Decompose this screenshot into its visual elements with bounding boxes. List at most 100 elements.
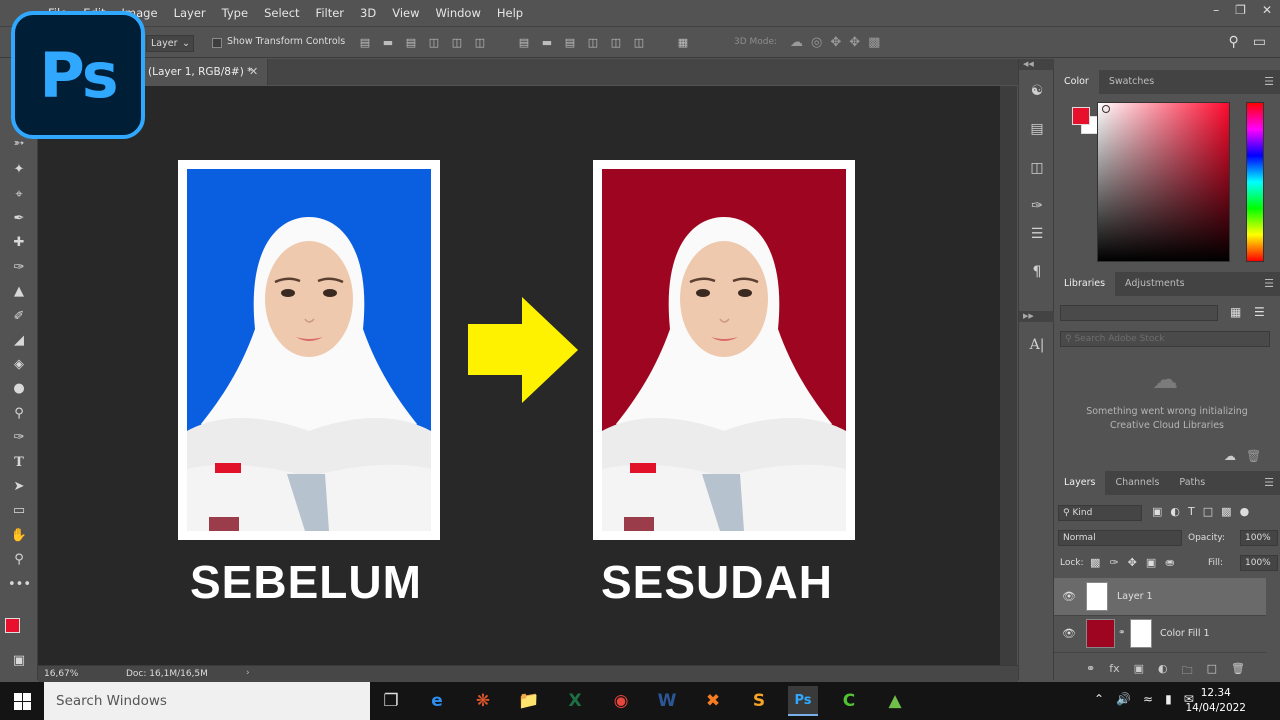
new-layer-icon[interactable]: □ [1207, 662, 1217, 681]
tab-adjustments[interactable]: Adjustments [1115, 272, 1195, 296]
new-adjustment-icon[interactable]: ◐ [1158, 662, 1168, 681]
foreground-color-swatch[interactable] [5, 618, 20, 633]
distribute-bottom-icon[interactable]: ▤ [563, 36, 577, 50]
edge-icon[interactable]: e [422, 686, 452, 716]
workspace-icon[interactable]: ▭ [1253, 34, 1266, 50]
color-picker-field[interactable] [1097, 102, 1230, 262]
tab-libraries[interactable]: Libraries [1054, 272, 1116, 296]
app2-icon[interactable]: ▲ [880, 686, 910, 716]
menu-type[interactable]: Type [214, 6, 256, 20]
auto-select-dropdown[interactable]: Layer ⌄ [146, 35, 194, 52]
auto-align-icon[interactable]: ▦ [676, 36, 690, 50]
slide-3d-icon[interactable]: ✥ [849, 35, 860, 50]
paragraph-icon[interactable]: ¶ [1027, 262, 1047, 282]
pixel-filter-icon[interactable]: ▣ [1152, 505, 1162, 518]
paint-bucket-icon[interactable]: ◈ [8, 355, 30, 375]
magic-wand-icon[interactable]: ✦ [8, 160, 30, 180]
orbit-3d-icon[interactable]: ☁ [790, 35, 803, 50]
align-right-icon[interactable]: ◫ [473, 36, 487, 50]
align-top-icon[interactable]: ▤ [358, 36, 372, 50]
brush-presets-icon[interactable]: ✑ [1027, 196, 1047, 216]
path-selection-icon[interactable]: ➤ [8, 477, 30, 497]
lock-all-icon[interactable]: ⛂ [1165, 556, 1174, 569]
layer-name[interactable]: Color Fill 1 [1160, 628, 1210, 639]
cloud-sync-icon[interactable]: ☁ [1224, 449, 1236, 463]
panel-menu-icon[interactable]: ☰ [1264, 476, 1274, 489]
chevron-up-icon[interactable]: ⌃ [1094, 692, 1104, 706]
color-fg-swatch[interactable] [1072, 107, 1090, 125]
tab-layers[interactable]: Layers [1054, 471, 1106, 495]
chevron-right-icon[interactable]: › [246, 668, 250, 678]
eyedropper-icon[interactable]: ✒ [8, 209, 30, 229]
task-view-icon[interactable]: ❐ [376, 686, 406, 716]
picker-marker[interactable] [1102, 105, 1110, 113]
sublime-icon[interactable]: S [744, 686, 774, 716]
opacity-field[interactable]: 100% [1240, 530, 1278, 546]
healing-brush-icon[interactable]: ✚ [8, 233, 30, 253]
tab-channels[interactable]: Channels [1105, 471, 1169, 495]
restore-icon[interactable]: ❐ [1235, 3, 1246, 17]
layer-row-2[interactable]: 👁 ⚭ Color Fill 1 [1054, 615, 1266, 653]
photoshop-taskbar-icon[interactable]: Ps [788, 686, 818, 716]
chrome-icon[interactable]: ◉ [606, 686, 636, 716]
clone-source-icon[interactable]: ◫ [1027, 158, 1047, 178]
search-icon[interactable]: ⚲ [1229, 34, 1239, 50]
align-left-icon[interactable]: ◫ [427, 36, 441, 50]
tab-paths[interactable]: Paths [1169, 471, 1215, 495]
rectangle-icon[interactable]: ▭ [8, 501, 30, 521]
windows-start-icon[interactable] [14, 693, 31, 710]
distribute-top-icon[interactable]: ▤ [517, 36, 531, 50]
xampp-icon[interactable]: ✖ [698, 686, 728, 716]
properties-icon[interactable]: ▤ [1027, 119, 1047, 139]
panel-menu-icon[interactable]: ☰ [1264, 75, 1274, 88]
tab-color[interactable]: Color [1054, 70, 1099, 94]
link-layers-icon[interactable]: ⚭ [1086, 662, 1095, 681]
lock-artboard-icon[interactable]: ▣ [1146, 556, 1156, 569]
kind-filter-dropdown[interactable]: ⚲ Kind [1058, 505, 1142, 521]
distribute-right-icon[interactable]: ◫ [632, 36, 646, 50]
menu-layer[interactable]: Layer [166, 6, 214, 20]
distribute-hcenter-icon[interactable]: ◫ [609, 36, 623, 50]
app-icon[interactable]: ❋ [468, 686, 498, 716]
history-brush-icon[interactable]: ✐ [8, 307, 30, 327]
adjustments-icon[interactable]: ☰ [1027, 224, 1047, 244]
shape-filter-icon[interactable]: □ [1203, 505, 1213, 518]
character-icon[interactable]: A| [1027, 335, 1047, 355]
list-view-icon[interactable]: ☰ [1254, 305, 1265, 319]
file-explorer-icon[interactable]: 📁 [514, 686, 544, 716]
drag-3d-icon[interactable]: ✥ [830, 35, 841, 50]
menu-help[interactable]: Help [489, 6, 531, 20]
menu-filter[interactable]: Filter [308, 6, 352, 20]
hand-icon[interactable]: ✋ [8, 526, 30, 546]
word-icon[interactable]: W [652, 686, 682, 716]
zoom-level[interactable]: 16,67% [44, 669, 78, 679]
hue-slider[interactable] [1246, 102, 1264, 262]
roll-3d-icon[interactable]: ◎ [811, 35, 822, 50]
align-hcenter-icon[interactable]: ◫ [450, 36, 464, 50]
layer-name[interactable]: Layer 1 [1117, 591, 1153, 602]
history-icon[interactable]: ☯ [1027, 81, 1047, 101]
show-transform-checkbox[interactable] [212, 38, 222, 48]
taskbar-clock[interactable]: 12.34 14/04/2022 [1185, 686, 1246, 716]
layer-row-1[interactable]: 👁 Layer 1 [1054, 578, 1266, 616]
blend-mode-dropdown[interactable]: Normal [1058, 530, 1182, 546]
fx-icon[interactable]: fx [1109, 662, 1119, 681]
add-mask-icon[interactable]: ▣ [1134, 662, 1144, 681]
battery-icon[interactable]: ▮ [1165, 692, 1172, 706]
stock-search-input[interactable]: ⚲ Search Adobe Stock [1060, 331, 1270, 347]
align-bottom-icon[interactable]: ▤ [404, 36, 418, 50]
clone-stamp-icon[interactable]: ▲ [8, 282, 30, 302]
new-group-icon[interactable]: 🗀 [1182, 662, 1193, 681]
camera-3d-icon[interactable]: ▩ [868, 35, 880, 50]
lock-position-icon[interactable]: ✥ [1128, 556, 1137, 569]
library-select[interactable] [1060, 305, 1218, 321]
align-vcenter-icon[interactable]: ▬ [381, 36, 395, 50]
minimize-icon[interactable]: – [1213, 3, 1219, 17]
crop-icon[interactable]: ⌖ [8, 185, 30, 205]
close-tab-icon[interactable]: ✕ [249, 65, 258, 78]
blur-icon[interactable]: ● [8, 379, 30, 399]
menu-window[interactable]: Window [428, 6, 489, 20]
tab-swatches[interactable]: Swatches [1099, 70, 1164, 94]
smart-object-filter-icon[interactable]: ▩ [1221, 505, 1231, 518]
dock-header-2[interactable]: ▶▶ [1019, 311, 1055, 322]
